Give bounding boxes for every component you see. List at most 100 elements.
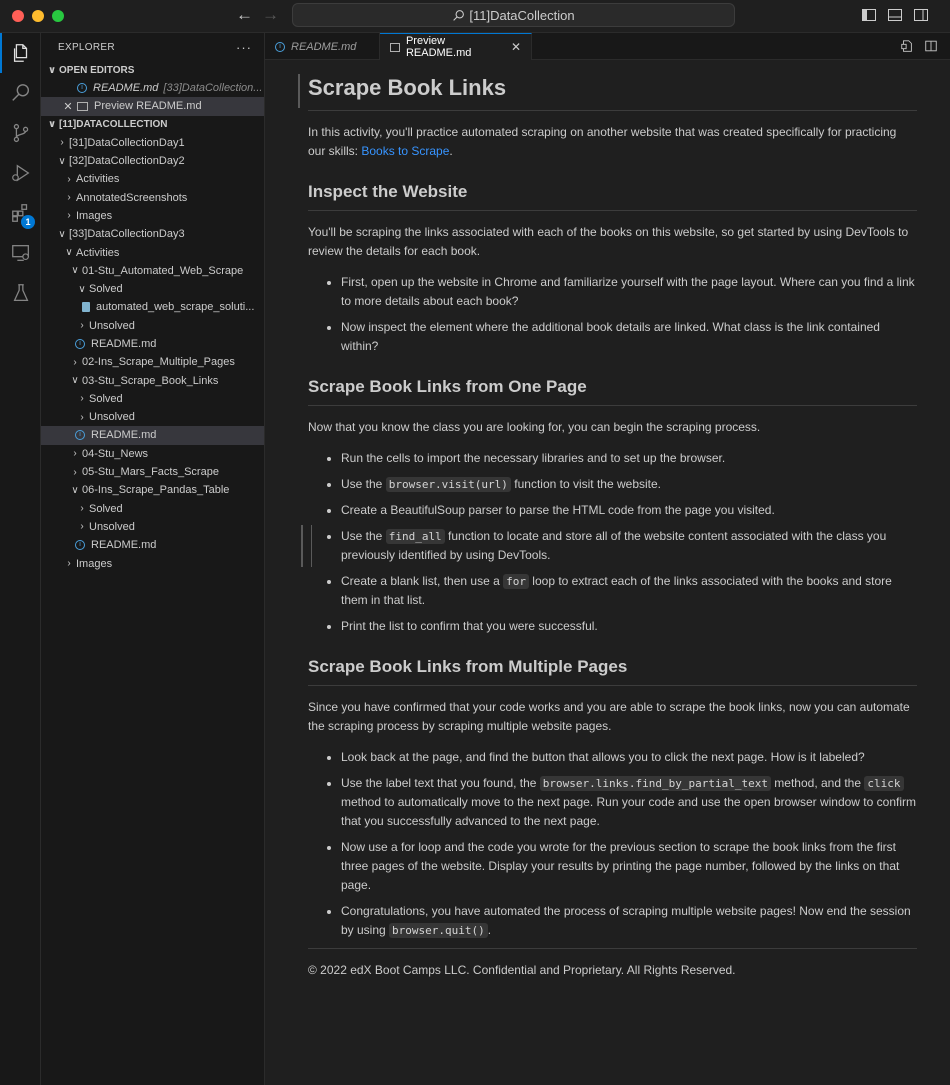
list-item: Create a BeautifulSoup parser to parse t… (341, 501, 917, 520)
tree-folder[interactable]: › Unsolved (41, 408, 264, 426)
list-item: Print the list to confirm that you were … (341, 617, 917, 636)
tree-label: Unsolved (89, 411, 135, 424)
folder-section[interactable]: ∨ [11]DATACOLLECTION (41, 116, 264, 134)
tree-folder[interactable]: › Activities (41, 170, 264, 188)
tree-folder[interactable]: ∨ 03-Stu_Scrape_Book_Links (41, 371, 264, 389)
tree-label: README.md (91, 338, 157, 350)
split-editor-icon[interactable] (924, 39, 938, 53)
inspect-paragraph: You'll be scraping the links associated … (308, 225, 909, 258)
toggle-secondary-sidebar-icon[interactable] (913, 7, 929, 23)
extensions-badge: 1 (21, 215, 35, 229)
tree-label: 03-Stu_Scrape_Book_Links (82, 374, 219, 387)
chevron-right-icon: › (67, 173, 71, 185)
info-icon: i (77, 83, 87, 94)
tree-folder[interactable]: ∨ [32]DataCollectionDay2 (41, 152, 264, 170)
tree-folder[interactable]: › Solved (41, 500, 264, 518)
tree-label: README.md (91, 539, 157, 552)
list-item: Now use a for loop and the code you wrot… (341, 838, 917, 895)
testing-flask-icon[interactable] (0, 273, 41, 313)
back-arrow-icon[interactable]: ← (236, 5, 253, 25)
books-to-scrape-link[interactable]: Books to Scrape (361, 144, 449, 158)
chevron-right-icon: › (67, 192, 71, 204)
open-source-icon[interactable] (900, 39, 914, 53)
tree-folder[interactable]: › 02-Ins_Scrape_Multiple_Pages (41, 353, 264, 371)
heading-multiple-pages: Scrape Book Links from Multiple Pages (308, 655, 917, 686)
inline-code: browser.visit(url) (385, 477, 511, 492)
remote-explorer-icon[interactable] (0, 233, 41, 273)
forward-arrow-icon[interactable]: → (262, 5, 279, 25)
markdown-preview[interactable]: Scrape Book Links In this activity, you'… (265, 60, 950, 1085)
chevron-down-icon: ∨ (58, 228, 66, 240)
list-item: Use the label text that you found, the b… (341, 774, 917, 831)
run-and-debug-icon[interactable] (0, 153, 41, 193)
explorer-sidebar: EXPLORER ··· ∨ OPEN EDITORS i README.md … (41, 33, 265, 1085)
inline-code: for (503, 574, 529, 589)
tree-folder[interactable]: › AnnotatedScreenshots (41, 188, 264, 206)
tree-label: 06-Ins_Scrape_Pandas_Table (82, 484, 230, 497)
inspect-list: First, open up the website in Chrome and… (308, 273, 917, 356)
chevron-down-icon: ∨ (65, 247, 73, 259)
source-control-icon[interactable] (0, 113, 41, 153)
list-item: Use the find_all function to locate and … (301, 525, 917, 567)
toggle-panel-icon[interactable] (887, 7, 903, 23)
copyright-footer: © 2022 edX Boot Camps LLC. Confidential … (308, 963, 736, 977)
explorer-icon[interactable] (0, 33, 41, 73)
tab-label: README.md (291, 40, 357, 53)
tree-folder[interactable]: › Unsolved (41, 317, 264, 335)
tab-readme[interactable]: i README.md (265, 33, 380, 60)
tab-label: Preview README.md (405, 35, 472, 59)
chevron-right-icon: › (73, 448, 77, 460)
tree-folder[interactable]: › [31]DataCollectionDay1 (41, 134, 264, 152)
tree-folder[interactable]: ∨ Solved (41, 280, 264, 298)
tree-folder[interactable]: › 05-Stu_Mars_Facts_Scrape (41, 463, 264, 481)
title-bar: ← → [11]DataCollection (0, 0, 950, 33)
tree-folder[interactable]: › 04-Stu_News (41, 445, 264, 463)
tree-label: Solved (89, 392, 123, 405)
tree-folder[interactable]: ∨ [33]DataCollectionDay3 (41, 225, 264, 243)
tree-folder[interactable]: › Images (41, 554, 264, 572)
minimize-window-button[interactable] (32, 10, 44, 22)
search-icon[interactable] (0, 73, 41, 113)
one-page-list: Run the cells to import the necessary li… (301, 449, 917, 636)
extensions-icon[interactable]: 1 (0, 193, 41, 233)
one-page-paragraph: Now that you know the class you are look… (308, 420, 761, 434)
tab-preview-readme[interactable]: Preview README.md ✕ (380, 33, 532, 60)
more-actions-icon[interactable]: ··· (236, 40, 252, 55)
tree-file[interactable]: automated_web_scrape_soluti... (41, 298, 264, 316)
tree-label: Unsolved (89, 520, 135, 533)
multi-page-paragraph: Since you have confirmed that your code … (308, 700, 910, 733)
chevron-down-icon: ∨ (47, 119, 57, 131)
list-item: First, open up the website in Chrome and… (341, 273, 917, 311)
tree-label: AnnotatedScreenshots (76, 191, 188, 204)
open-editor-item[interactable]: i README.md [33]DataCollection... (41, 79, 264, 97)
doc-title: Scrape Book Links (308, 60, 917, 111)
open-editors-section[interactable]: ∨ OPEN EDITORS (41, 61, 264, 79)
info-icon: i (75, 540, 85, 551)
chevron-down-icon: ∨ (78, 283, 86, 295)
close-icon[interactable]: ✕ (511, 40, 521, 54)
chevron-right-icon: › (80, 503, 84, 515)
command-center-search[interactable]: [11]DataCollection (292, 3, 735, 27)
tree-folder[interactable]: ∨ Activities (41, 243, 264, 261)
tree-folder[interactable]: › Unsolved (41, 518, 264, 536)
list-item: Run the cells to import the necessary li… (341, 449, 917, 468)
tree-folder[interactable]: ∨ 06-Ins_Scrape_Pandas_Table (41, 481, 264, 499)
explorer-title: EXPLORER (58, 41, 115, 53)
activity-bar: 1 (0, 33, 41, 1085)
tree-folder[interactable]: ∨ 01-Stu_Automated_Web_Scrape (41, 262, 264, 280)
tree-label: 01-Stu_Automated_Web_Scrape (82, 264, 244, 277)
command-center-text: [11]DataCollection (469, 7, 575, 23)
tree-file-selected[interactable]: i README.md (41, 426, 264, 445)
tree-label: [32]DataCollectionDay2 (69, 155, 185, 168)
open-editor-item[interactable]: ✕ Preview README.md (41, 97, 264, 116)
close-window-button[interactable] (12, 10, 24, 22)
tree-folder[interactable]: › Images (41, 207, 264, 225)
chevron-right-icon: › (80, 393, 84, 405)
toggle-primary-sidebar-icon[interactable] (861, 7, 877, 23)
tree-folder[interactable]: › Solved (41, 390, 264, 408)
zoom-window-button[interactable] (52, 10, 64, 22)
close-icon[interactable]: ✕ (61, 100, 75, 113)
tree-label: README.md (91, 429, 157, 442)
tree-file[interactable]: i README.md (41, 536, 264, 554)
tree-file[interactable]: i README.md (41, 335, 264, 353)
